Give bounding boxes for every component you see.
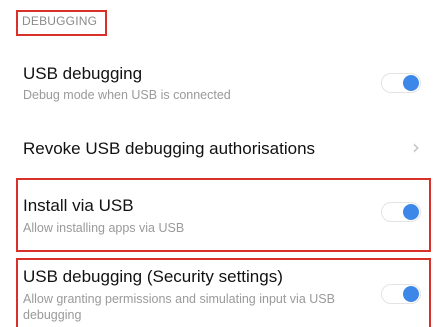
setting-row-usb-debugging-security[interactable]: USB debugging (Security settings) Allow …	[0, 258, 446, 327]
toggle-knob	[403, 286, 419, 302]
setting-row-install-via-usb[interactable]: Install via USB Allow installing apps vi…	[0, 180, 446, 250]
chevron-right-icon: ›	[412, 135, 420, 159]
setting-row-revoke-authorisations[interactable]: Revoke USB debugging authorisations ›	[0, 124, 446, 174]
setting-title: Revoke USB debugging authorisations	[23, 139, 316, 158]
setting-row-usb-debugging[interactable]: USB debugging Debug mode when USB is con…	[0, 52, 446, 114]
usb-debugging-toggle[interactable]	[381, 73, 421, 93]
usb-debugging-security-toggle[interactable]	[381, 284, 421, 304]
toggle-knob	[403, 75, 419, 91]
setting-title: USB debugging (Security settings)	[23, 267, 283, 286]
section-header-debugging: DEBUGGING	[22, 14, 98, 28]
setting-subtitle: Debug mode when USB is connected	[23, 88, 231, 102]
setting-subtitle: Allow granting permissions and simulatin…	[23, 292, 335, 322]
install-via-usb-toggle[interactable]	[381, 202, 421, 222]
setting-title: Install via USB	[23, 196, 134, 215]
developer-options-screen: DEBUGGING USB debugging Debug mode when …	[0, 0, 446, 327]
setting-subtitle: Allow installing apps via USB	[23, 221, 185, 235]
toggle-knob	[403, 204, 419, 220]
setting-title: USB debugging	[23, 64, 143, 83]
